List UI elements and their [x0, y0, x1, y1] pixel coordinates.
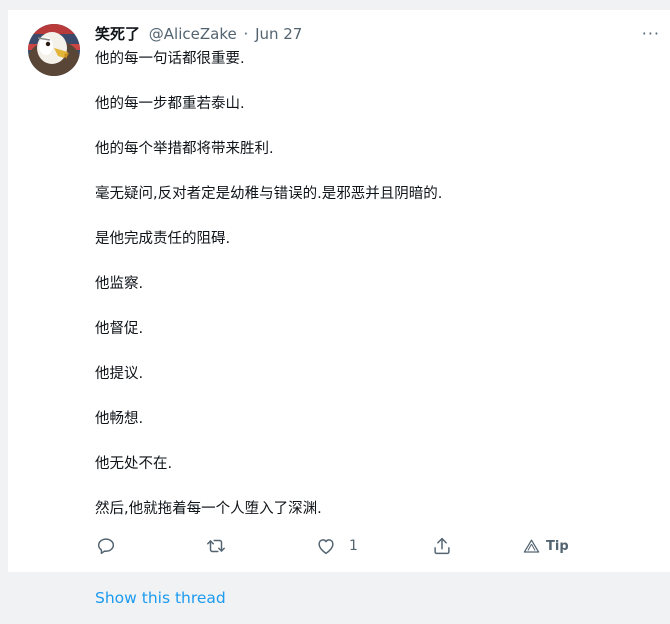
retweet-button[interactable] [205, 534, 227, 558]
share-icon [434, 537, 450, 555]
thread-footer: Show this thread [8, 572, 670, 624]
share-button[interactable] [431, 534, 453, 558]
tweet-actions: 1 Tip [86, 534, 586, 558]
tweet-line: 他监察. [95, 276, 144, 292]
author-name[interactable]: 笑死了 [95, 25, 140, 43]
tweet-text: 他的每一句话都很重要. 他的每一步都重若泰山. 他的每个举措都将带来胜利. 毫无… [95, 49, 655, 544]
more-options-button[interactable]: ··· [642, 24, 660, 43]
author-handle[interactable]: @AliceZake [149, 25, 237, 43]
tweet-date[interactable]: Jun 27 [255, 25, 302, 43]
tweet-line: 他畅想. [95, 411, 144, 427]
tip-label: Tip [546, 538, 569, 554]
tip-icon [523, 539, 540, 553]
tweet-line: 他无处不在. [95, 456, 173, 472]
tweet-line: 他的每个举措都将带来胜利. [95, 141, 274, 157]
like-button[interactable]: 1 [315, 534, 358, 558]
tweet-line: 他提议. [95, 366, 144, 382]
show-thread-link[interactable]: Show this thread [95, 589, 226, 607]
heart-icon [318, 539, 334, 555]
like-count: 1 [349, 538, 358, 554]
reply-icon [97, 538, 115, 555]
retweet-icon [207, 539, 225, 553]
tweet-line: 他的每一句话都很重要. [95, 51, 245, 67]
tip-button[interactable]: Tip [522, 534, 569, 558]
eagle-avatar-image [28, 24, 80, 76]
tweet-line: 是他完成责任的阻碍. [95, 231, 231, 247]
tweet-line: 毫无疑问,反对者定是幼稚与错误的.是邪恶并且阴暗的. [95, 186, 443, 202]
tweet-card[interactable]: 笑死了 @AliceZake · Jun 27 ··· 他的每一句话都很重要. … [8, 10, 670, 624]
meta-separator: · [243, 25, 249, 43]
tweet-header: 笑死了 @AliceZake · Jun 27 [95, 24, 302, 44]
avatar[interactable] [28, 24, 80, 76]
tweet-line: 他的每一步都重若泰山. [95, 96, 245, 112]
tweet-line: 他督促. [95, 321, 144, 337]
tweet-line: 然后,他就拖着每一个人堕入了深渊. [95, 501, 322, 517]
reply-button[interactable] [95, 534, 117, 558]
